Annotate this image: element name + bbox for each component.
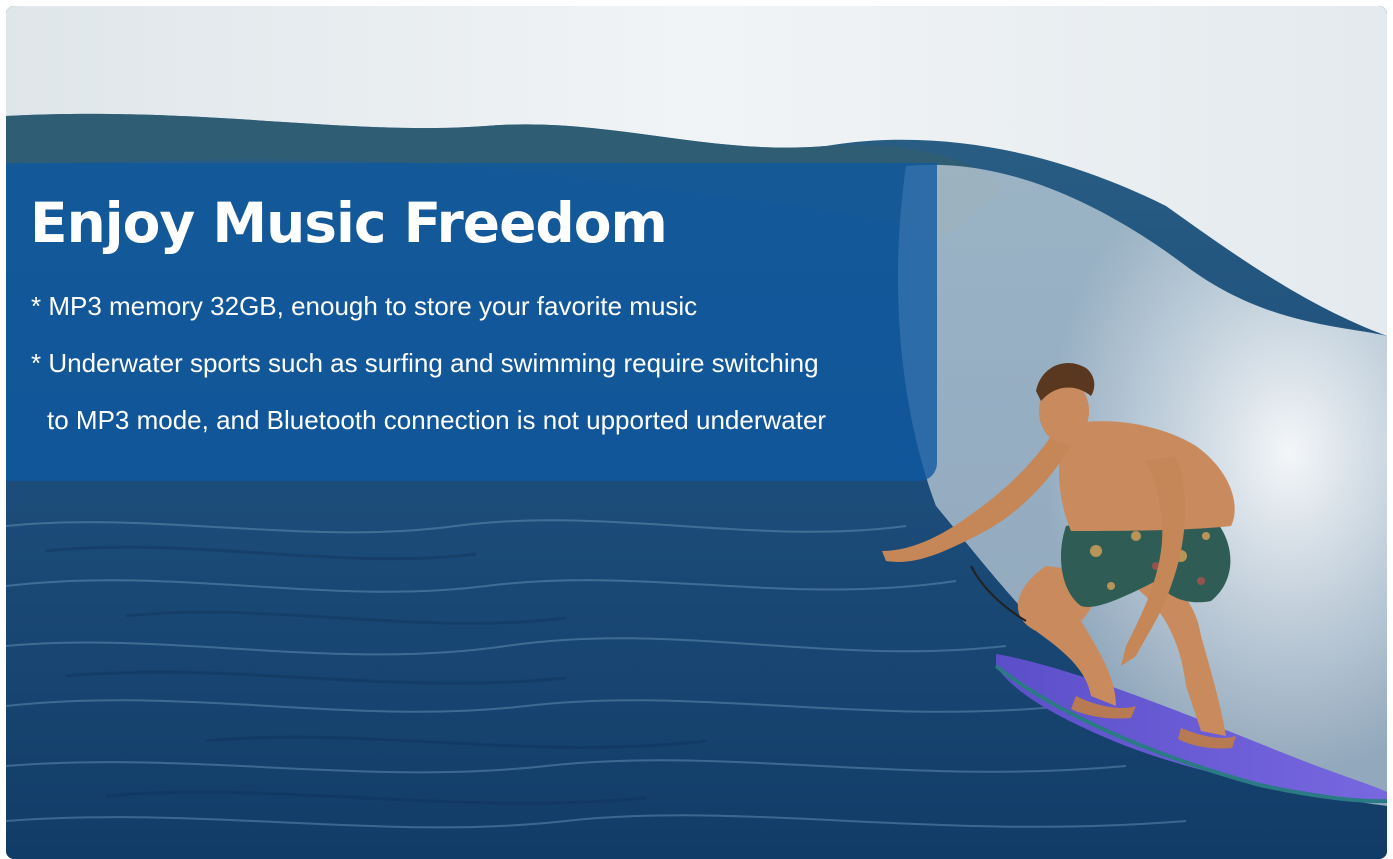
banner-title: Enjoy Music Freedom <box>30 191 668 255</box>
banner-bullet-underwater: * Underwater sports such as surfing and … <box>31 348 819 378</box>
banner-bullet-memory: * MP3 memory 32GB, enough to store your … <box>31 291 698 321</box>
banner-bullet-bluetooth: to MP3 mode, and Bluetooth connection is… <box>47 405 827 435</box>
